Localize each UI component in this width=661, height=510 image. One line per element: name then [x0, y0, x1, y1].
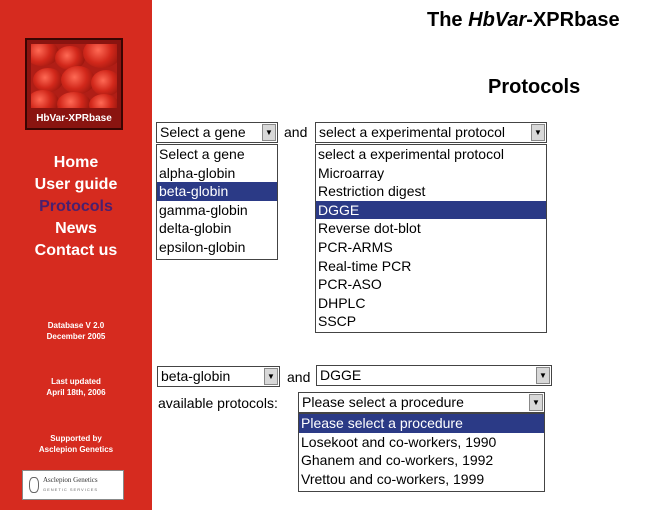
procedure-select-value: Please select a procedure: [302, 394, 464, 410]
helix-icon: [29, 477, 39, 493]
selected-protocol-value: DGGE: [320, 367, 362, 383]
gene-option[interactable]: gamma-globin: [157, 201, 277, 220]
gene-option[interactable]: epsilon-globin: [157, 238, 277, 257]
protocol-option[interactable]: select a experimental protocol: [316, 145, 546, 164]
site-title-prefix: The: [427, 9, 469, 31]
logo-text: HbVar-XPRbase: [36, 113, 112, 124]
gene-option[interactable]: alpha-globin: [157, 164, 277, 183]
nav-contact-us[interactable]: Contact us: [0, 242, 152, 260]
chevron-down-icon[interactable]: ▼: [529, 394, 543, 411]
last-updated-label: Last updated: [51, 377, 101, 386]
protocol-option-selected[interactable]: DGGE: [316, 200, 546, 220]
nav-protocols[interactable]: Protocols: [0, 198, 152, 216]
and-label-2: and: [287, 369, 311, 385]
procedure-option[interactable]: Vrettou and co-workers, 1999: [299, 470, 544, 489]
selected-protocol-select[interactable]: DGGE ▼: [316, 365, 552, 386]
protocol-option[interactable]: PCR-ARMS: [316, 238, 546, 257]
chevron-down-icon[interactable]: ▼: [531, 124, 545, 141]
db-version: Database V 2.0: [47, 321, 105, 330]
nav-home[interactable]: Home: [0, 154, 152, 172]
and-label: and: [284, 124, 308, 140]
badge-subtitle: GENETIC SERVICES: [43, 487, 99, 492]
protocol-option[interactable]: Microarray: [316, 164, 546, 183]
protocol-select[interactable]: select a experimental protocol ▼: [315, 122, 547, 143]
sidebar: HbVar-XPRbase Home User guide Protocols …: [0, 0, 152, 510]
gene-option-selected[interactable]: beta-globin: [157, 182, 277, 201]
available-protocols-label: available protocols:: [158, 395, 278, 411]
chevron-down-icon[interactable]: ▼: [536, 367, 550, 384]
supported-label: Supported by: [50, 434, 102, 443]
db-date: December 2005: [46, 332, 106, 341]
selected-gene-select[interactable]: beta-globin ▼: [157, 366, 280, 387]
gene-select[interactable]: Select a gene ▼: [156, 122, 278, 143]
supported-by: Asclepion Genetics: [38, 445, 114, 454]
page-title: Protocols: [488, 76, 581, 98]
gene-select-value: Select a gene: [160, 124, 246, 140]
nav-user-guide[interactable]: User guide: [0, 176, 152, 194]
gene-listbox[interactable]: Select a gene alpha-globin beta-globin g…: [156, 144, 278, 260]
gene-option[interactable]: Select a gene: [157, 145, 277, 164]
site-title-suffix: -XPRbase: [526, 9, 620, 31]
procedure-option[interactable]: Ghanem and co-workers, 1992: [299, 451, 544, 470]
chevron-down-icon[interactable]: ▼: [264, 368, 278, 385]
procedure-option-selected[interactable]: Please select a procedure: [299, 414, 544, 433]
protocol-listbox[interactable]: select a experimental protocol Microarra…: [315, 144, 547, 333]
nav-news[interactable]: News: [0, 220, 152, 238]
protocol-option[interactable]: SSCP: [316, 312, 546, 331]
site-logo[interactable]: HbVar-XPRbase: [25, 38, 123, 130]
site-title-italic: HbVar: [468, 9, 527, 31]
blood-cells-logo-icon: [31, 44, 117, 108]
protocol-select-value: select a experimental protocol: [319, 124, 505, 140]
chevron-down-icon[interactable]: ▼: [262, 124, 276, 141]
badge-text: Asclepion Genetics: [43, 476, 98, 484]
procedure-select[interactable]: Please select a procedure ▼: [298, 392, 545, 413]
protocol-option[interactable]: Restriction digest: [316, 182, 546, 201]
protocol-option[interactable]: DHPLC: [316, 294, 546, 313]
procedure-option[interactable]: Losekoot and co-workers, 1990: [299, 433, 544, 452]
gene-option[interactable]: delta-globin: [157, 219, 277, 238]
last-updated-date: April 18th, 2006: [46, 388, 106, 397]
sponsor-badge[interactable]: Asclepion Genetics GENETIC SERVICES: [22, 470, 124, 500]
protocol-option[interactable]: Reverse dot-blot: [316, 219, 546, 238]
selected-gene-value: beta-globin: [161, 368, 231, 384]
protocol-option[interactable]: PCR-ASO: [316, 275, 546, 294]
procedure-listbox[interactable]: Please select a procedure Losekoot and c…: [298, 413, 545, 492]
protocol-option[interactable]: Real-time PCR: [316, 257, 546, 276]
site-title: The HbVar-XPRbase: [427, 9, 620, 32]
